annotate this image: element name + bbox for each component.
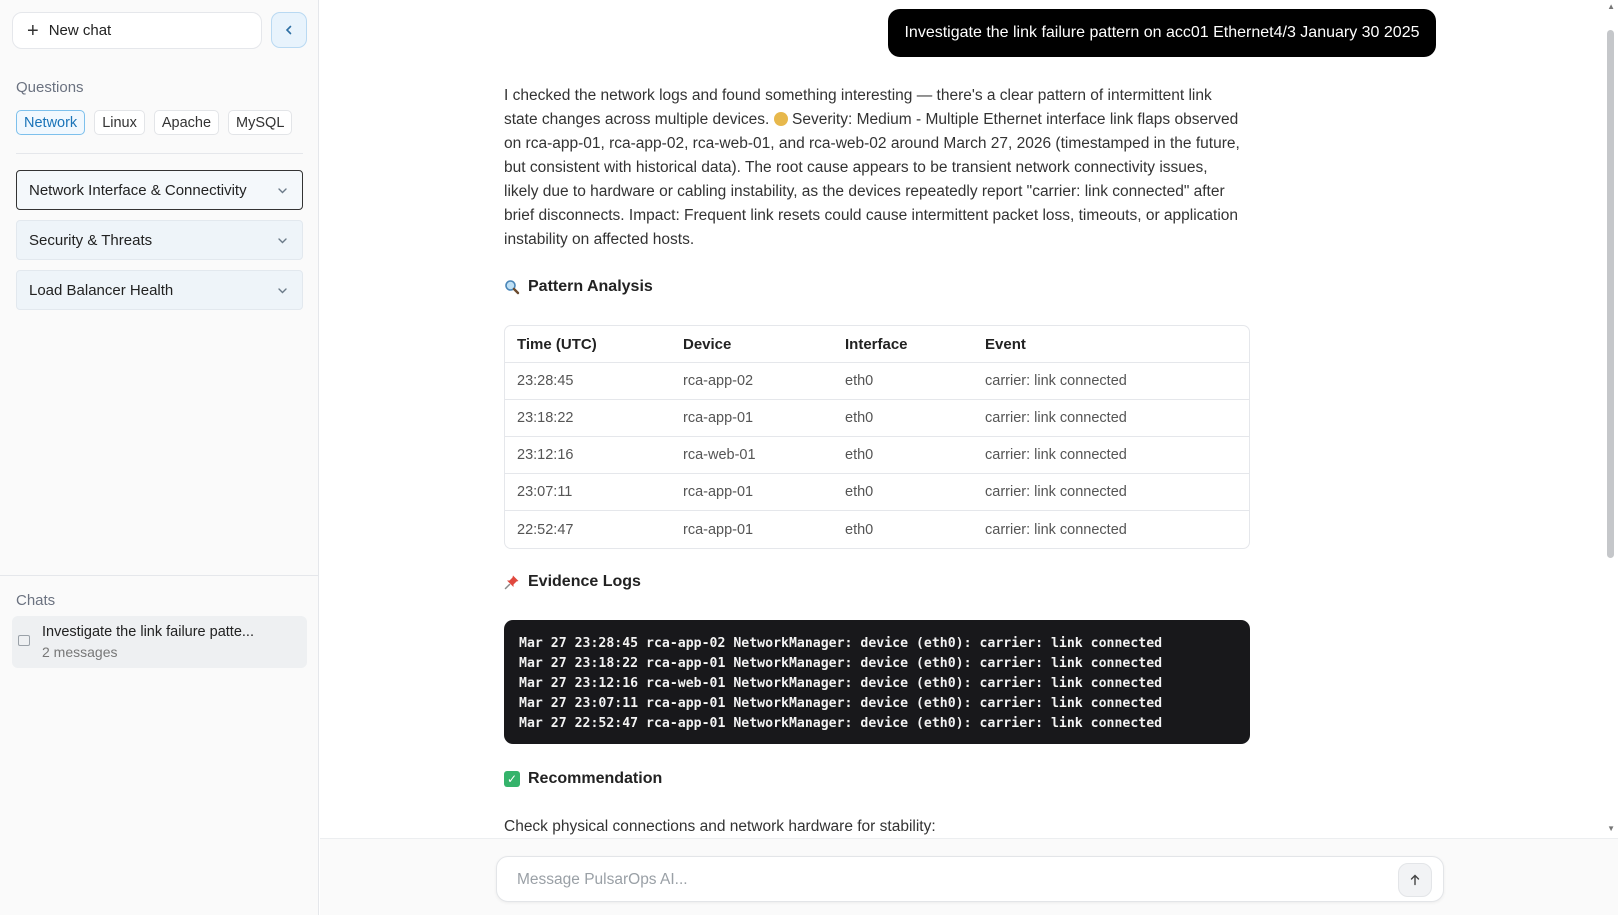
table-header-row: Time (UTC) Device Interface Event	[505, 326, 1249, 363]
chevron-left-icon	[285, 25, 292, 35]
check-box-icon: ✓	[504, 771, 520, 787]
column-header: Event	[973, 326, 1249, 363]
table-cell: rca-app-01	[671, 474, 833, 511]
table-row: 23:28:45 rca-app-02 eth0 carrier: link c…	[505, 363, 1249, 400]
sidebar-section-divider	[0, 575, 319, 576]
plus-icon: +	[27, 19, 39, 42]
pattern-analysis-heading: Pattern Analysis	[504, 278, 653, 296]
column-header: Time (UTC)	[505, 326, 671, 363]
table-cell: eth0	[833, 363, 973, 400]
accordion-label: Security & Threats	[29, 231, 153, 249]
table-cell: 23:28:45	[505, 363, 671, 400]
table-cell: carrier: link connected	[973, 363, 1249, 400]
evidence-logs-heading: Evidence Logs	[504, 573, 641, 591]
assistant-answer: I checked the network logs and found som…	[504, 84, 1244, 252]
new-chat-button[interactable]: + New chat	[12, 12, 262, 49]
table-cell: 23:18:22	[505, 400, 671, 437]
table-row: 22:52:47 rca-app-01 eth0 carrier: link c…	[505, 511, 1249, 548]
accordion-label: Network Interface & Connectivity	[29, 181, 247, 199]
chats-title: Chats	[16, 592, 56, 609]
accordion-label: Load Balancer Health	[29, 281, 174, 299]
table-cell: 23:12:16	[505, 437, 671, 474]
scroll-thumb[interactable]	[1607, 30, 1614, 558]
scroll-up-icon[interactable]: ▲	[1607, 2, 1615, 11]
table-row: 23:12:16 rca-web-01 eth0 carrier: link c…	[505, 437, 1249, 474]
table-cell: rca-app-01	[671, 400, 833, 437]
chip-mysql[interactable]: MySQL	[228, 110, 293, 135]
severity-dot-icon	[773, 112, 788, 126]
evidence-log-block: Mar 27 23:28:45 rca-app-02 NetworkManage…	[504, 620, 1250, 744]
questions-title: Questions	[16, 79, 84, 96]
table-row: 23:18:22 rca-app-01 eth0 carrier: link c…	[505, 400, 1249, 437]
table-cell: rca-web-01	[671, 437, 833, 474]
chip-network[interactable]: Network	[16, 110, 86, 135]
table-cell: eth0	[833, 437, 973, 474]
chevron-down-icon	[278, 237, 287, 243]
table-cell: carrier: link connected	[973, 474, 1249, 511]
column-header: Interface	[833, 326, 973, 363]
table-cell: eth0	[833, 400, 973, 437]
table-cell: eth0	[845, 521, 874, 538]
chat-bubble-icon	[18, 635, 30, 646]
scroll-down-icon[interactable]: ▼	[1607, 824, 1615, 833]
table-cell: 22:52:47	[517, 521, 574, 538]
category-chips: Network Linux Apache MySQL	[16, 110, 293, 135]
table-cell: eth0	[833, 474, 973, 511]
log-line: Mar 27 22:52:47 rca-app-01 NetworkManage…	[519, 716, 1163, 731]
recommendation-heading-text: Recommendation	[528, 770, 663, 787]
log-line: Mar 27 23:12:16 rca-web-01 NetworkManage…	[519, 676, 1163, 691]
arrow-up-icon	[1410, 874, 1420, 886]
recommendation-text: Check physical connections and network h…	[504, 818, 936, 835]
column-header: Device	[671, 326, 833, 363]
chevron-down-icon	[278, 287, 287, 293]
chat-message-count: 2 messages	[42, 644, 118, 660]
table-cell: carrier: link connected	[973, 437, 1249, 474]
table-row: 23:07:11 rca-app-01 eth0 carrier: link c…	[505, 474, 1249, 511]
table-cell: 23:07:11	[505, 474, 671, 511]
chip-linux[interactable]: Linux	[94, 110, 145, 135]
pushpin-icon	[504, 575, 519, 590]
log-line: Mar 27 23:28:45 rca-app-02 NetworkManage…	[519, 636, 1163, 651]
chat-list-item[interactable]: Investigate the link failure patte... 2 …	[12, 616, 307, 668]
new-chat-label: New chat	[48, 22, 112, 39]
scrollbar[interactable]: ▲ ▼	[1603, 0, 1618, 838]
evidence-heading-text: Evidence Logs	[528, 573, 641, 590]
user-message: Investigate the link failure pattern on …	[888, 9, 1436, 57]
collapse-sidebar-button[interactable]	[271, 12, 307, 48]
log-line: Mar 27 23:18:22 rca-app-01 NetworkManage…	[519, 656, 1163, 671]
recommendation-heading: ✓ Recommendation	[504, 770, 662, 788]
message-composer	[496, 856, 1444, 902]
chat-main: Investigate the link failure pattern on …	[320, 0, 1618, 915]
magnifier-icon	[505, 280, 520, 295]
pattern-heading-text: Pattern Analysis	[528, 278, 653, 295]
accordion-network-interface[interactable]: Network Interface & Connectivity	[16, 170, 303, 210]
chat-title: Investigate the link failure patte...	[42, 624, 254, 640]
table-cell: carrier: link connected	[973, 400, 1249, 437]
events-table: Time (UTC) Device Interface Event 23:28:…	[504, 325, 1250, 549]
send-button[interactable]	[1398, 863, 1432, 897]
sidebar-divider	[16, 153, 303, 154]
table-cell: carrier: link connected	[985, 521, 1127, 538]
table-cell: rca-app-02	[671, 363, 833, 400]
sidebar: + New chat Questions Network Linux Apach…	[0, 0, 319, 915]
message-input[interactable]	[517, 869, 1357, 891]
chevron-down-icon	[278, 187, 287, 193]
accordion-load-balancer[interactable]: Load Balancer Health	[16, 270, 303, 310]
log-line: Mar 27 23:07:11 rca-app-01 NetworkManage…	[519, 696, 1163, 711]
answer-body: Severity: Medium - Multiple Ethernet int…	[504, 111, 1240, 248]
table-cell: rca-app-01	[683, 521, 754, 538]
accordion-security-threats[interactable]: Security & Threats	[16, 220, 303, 260]
chip-apache[interactable]: Apache	[153, 110, 220, 135]
